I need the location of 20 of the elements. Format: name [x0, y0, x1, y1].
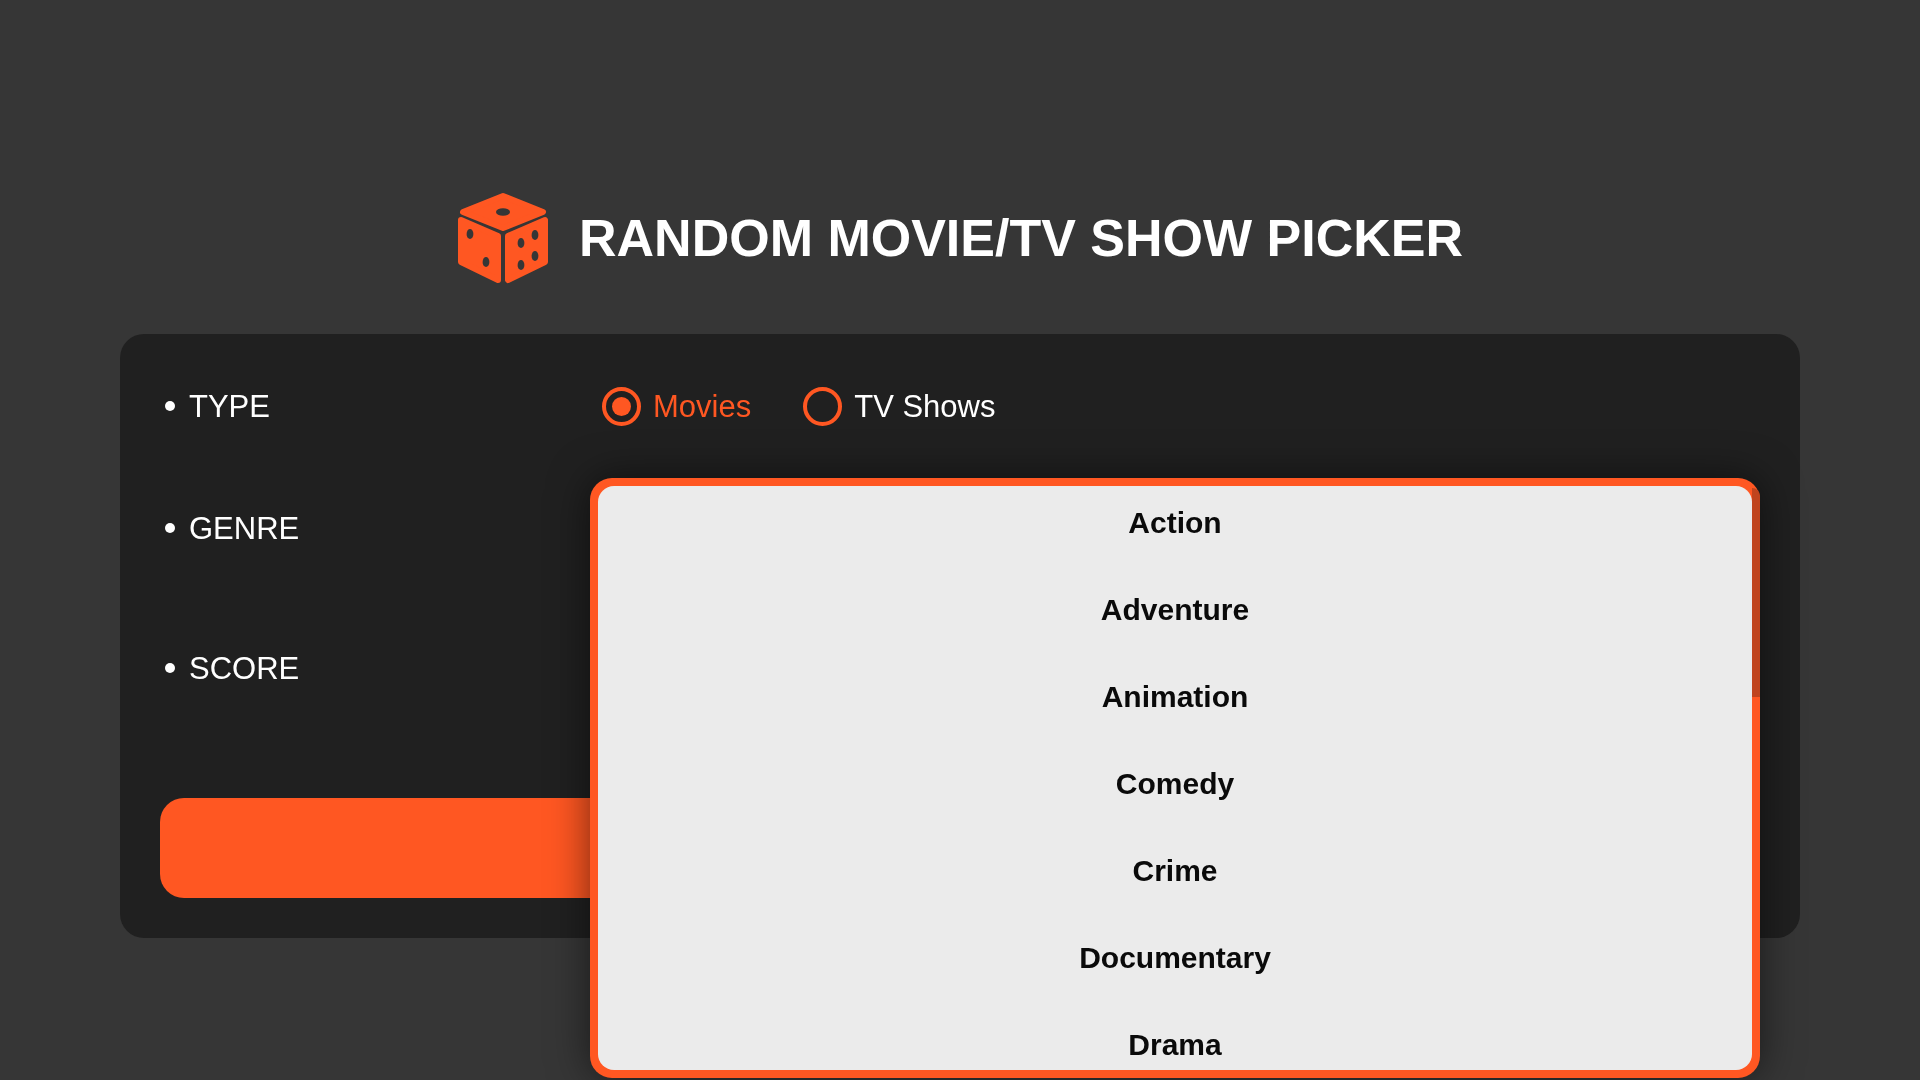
scrollbar-thumb[interactable] [1752, 488, 1760, 697]
bullet-icon [165, 663, 175, 673]
radio-button[interactable] [803, 386, 843, 426]
dropdown-option[interactable]: Drama [1112, 1027, 1238, 1063]
field-label: GENRE [189, 512, 300, 544]
page-title: RANDOM MOVIE/TV SHOW PICKER [579, 212, 1463, 264]
dice-icon [457, 192, 549, 284]
radio-button[interactable] [602, 386, 641, 426]
dropdown-option[interactable]: Adventure [1084, 592, 1266, 628]
dropdown-option[interactable]: Animation [1085, 679, 1265, 715]
field-label: TYPE [189, 390, 270, 422]
dropdown-option[interactable]: Crime [1116, 853, 1234, 889]
dropdown-option[interactable]: Documentary [1063, 940, 1287, 976]
radio-option[interactable]: TV Shows [803, 386, 996, 426]
dropdown-option[interactable]: Comedy [1099, 766, 1251, 802]
dropdown-option[interactable]: Action [1112, 505, 1238, 541]
bullet-icon [165, 401, 175, 411]
bullet-icon [165, 523, 175, 533]
radio-option[interactable]: Movies [602, 386, 752, 426]
field-label: SCORE [189, 652, 300, 684]
